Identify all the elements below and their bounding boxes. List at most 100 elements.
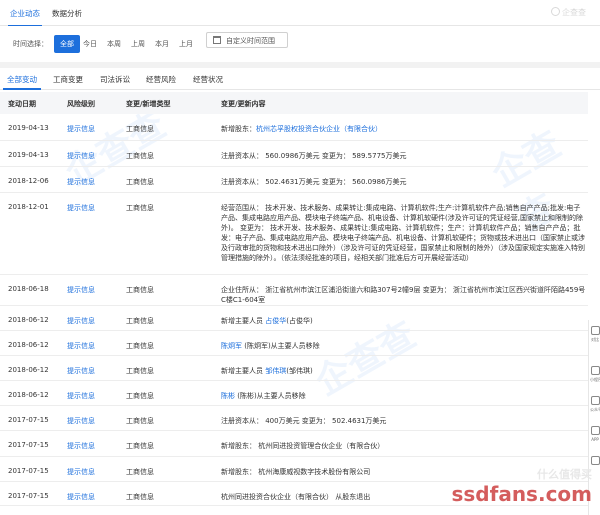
- header-date: 变动日期: [8, 100, 36, 108]
- time-option-last-week[interactable]: 上周: [131, 39, 145, 49]
- wechat-icon: [590, 396, 600, 405]
- header-type: 变更/新增类型: [126, 100, 171, 108]
- table-body: 2019-04-13 提示信息 工商信息 新增股东：杭州芯孚股权投资合伙企业（有限合伙…: [0, 114, 588, 515]
- subtab-all-changes[interactable]: 全部变动: [3, 74, 41, 90]
- tab-data-analysis[interactable]: 数据分析: [52, 8, 82, 19]
- calendar-icon: [213, 36, 221, 44]
- row-risk-level[interactable]: 提示信息: [67, 492, 95, 502]
- time-option-this-week[interactable]: 本周: [107, 39, 121, 49]
- time-filter-label: 时间选择：: [13, 40, 48, 48]
- side-app-label: APP: [591, 437, 599, 442]
- row-change-type: 工商信息: [126, 367, 154, 375]
- row-risk-level[interactable]: 提示信息: [67, 316, 95, 326]
- side-wechat-label: 公众号: [590, 407, 600, 412]
- content-text-suffix: (陈炯军)从主要人员移除: [242, 342, 320, 350]
- table-row: 2017-04-12提示信息工商信息杭州前奇科技有限公司 从股东退出: [0, 506, 588, 515]
- content-text: 新增主要人员: [221, 317, 266, 325]
- content-text: 注册资本从： 560.0986万美元 变更为： 589.5775万美元: [221, 152, 407, 160]
- row-change-type: 工商信息: [126, 125, 154, 133]
- subtab-operational-status[interactable]: 经营状况: [193, 74, 223, 85]
- content-text: 经营范围从： 技术开发、技术服务、成果转让:集成电路、计算机软件;生产:计算机软…: [221, 204, 585, 262]
- message-icon: [590, 456, 600, 465]
- row-date: 2017-07-15: [8, 441, 49, 449]
- tab-company-news[interactable]: 企业动态: [8, 8, 42, 27]
- table-row: 2018-12-06 提示信息 工商信息 注册资本从： 502.4631万美元 变更为…: [0, 167, 588, 193]
- table-header: 变动日期 风险级别 变更/新增类型 变更/更新内容: [0, 92, 588, 114]
- top-bar: 企业动态 数据分析 企查查: [0, 0, 600, 27]
- content-link[interactable]: 占俊华: [265, 317, 286, 325]
- row-risk-level[interactable]: 提示信息: [67, 151, 95, 161]
- time-option-last-month[interactable]: 上月: [179, 39, 193, 49]
- row-risk-level[interactable]: 提示信息: [67, 441, 95, 451]
- row-risk-level[interactable]: 提示信息: [67, 177, 95, 187]
- table-row: 2019-04-13 提示信息 工商信息 新增股东：杭州芯孚股权投资合伙企业（有限合伙…: [0, 114, 588, 141]
- content-text: 杭州同进投资合伙企业（有限合伙） 从股东退出: [221, 493, 371, 501]
- row-date: 2019-04-13: [8, 124, 49, 132]
- subtab-judicial[interactable]: 司法诉讼: [100, 74, 130, 85]
- subtab-operational-risk[interactable]: 经营风险: [146, 74, 176, 85]
- row-change-content: 新增主要人员 邹伟琪(邹伟琪): [221, 366, 587, 376]
- row-risk-level[interactable]: 提示信息: [67, 416, 95, 426]
- changes-table: 变动日期 风险级别 变更/新增类型 变更/更新内容 2019-04-13 提示信息…: [0, 92, 588, 515]
- row-date: 2019-04-13: [8, 151, 49, 159]
- side-app-button[interactable]: APP: [590, 426, 600, 456]
- side-compare-label: 对比: [591, 337, 599, 342]
- time-option-this-month[interactable]: 本月: [155, 39, 169, 49]
- row-date: 2017-07-15: [8, 416, 49, 424]
- row-change-content: 新增股东：杭州芯孚股权投资合伙企业（有限合伙）: [221, 124, 587, 134]
- row-risk-level[interactable]: 提示信息: [67, 391, 95, 401]
- content-text: 新增股东： 杭州海康威视数字技术股份有限公司: [221, 468, 371, 476]
- content-text: 新增主要人员: [221, 367, 266, 375]
- side-compare-button[interactable]: 对比: [590, 326, 600, 356]
- content-text: 企业住所从： 浙江省杭州市滨江区浦沿街道六和路307号2幢9层 变更为： 浙江省…: [221, 286, 586, 304]
- row-risk-level[interactable]: 提示信息: [67, 124, 95, 134]
- row-risk-level[interactable]: 提示信息: [67, 203, 95, 213]
- row-date: 2018-06-12: [8, 316, 49, 324]
- subtab-business-changes[interactable]: 工商变更: [53, 74, 83, 85]
- row-change-type: 工商信息: [126, 286, 154, 294]
- custom-range-button[interactable]: 自定义时间范围: [206, 32, 288, 48]
- row-risk-level[interactable]: 提示信息: [67, 467, 95, 477]
- content-text: 新增股东：: [221, 125, 256, 133]
- row-date: 2017-07-15: [8, 492, 49, 500]
- content-link[interactable]: 邹伟琪: [265, 367, 286, 375]
- table-row: 2018-12-01 提示信息 工商信息 经营范围从： 技术开发、技术服务、成果转让:…: [0, 193, 588, 275]
- time-option-all[interactable]: 全部: [54, 35, 80, 53]
- row-change-type: 工商信息: [126, 493, 154, 501]
- corner-logo-en: ssdfans.com: [451, 482, 593, 506]
- side-miniapp-label: 小程序: [590, 377, 600, 382]
- row-date: 2018-06-12: [8, 341, 49, 349]
- table-row: 2018-06-12 提示信息 工商信息 新增主要人员 占俊华(占俊华): [0, 306, 588, 331]
- content-link[interactable]: 杭州芯孚股权投资合伙企业（有限合伙）: [256, 125, 382, 133]
- row-change-content: 经营范围从： 技术开发、技术服务、成果转让:集成电路、计算机软件;生产:计算机软…: [221, 203, 587, 263]
- row-change-type: 工商信息: [126, 152, 154, 160]
- table-row: 2018-06-12 提示信息 工商信息 陈炯军 (陈炯军)从主要人员移除: [0, 331, 588, 356]
- row-risk-level[interactable]: 提示信息: [67, 366, 95, 376]
- content-text: 注册资本从： 400万美元 变更为： 502.4631万美元: [221, 417, 387, 425]
- table-row: 2018-06-12 提示信息 工商信息 新增主要人员 邹伟琪(邹伟琪): [0, 356, 588, 381]
- side-miniapp-button[interactable]: 小程序: [590, 366, 600, 396]
- brand-logo: 企查查: [551, 7, 586, 18]
- corner-watermark-logo: 什么值得买 ssdfans.com: [452, 466, 593, 506]
- header-content: 变更/更新内容: [221, 100, 266, 108]
- table-row: 2017-07-15 提示信息 工商信息 新增股东： 杭州同进投资管理合伙企业（有限合…: [0, 431, 588, 457]
- time-option-today[interactable]: 今日: [83, 39, 97, 49]
- row-date: 2018-06-12: [8, 391, 49, 399]
- side-wechat-button[interactable]: 公众号: [590, 396, 600, 426]
- sub-tabs: 全部变动 工商变更 司法诉讼 经营风险 经营状况: [0, 68, 600, 90]
- row-change-content: 新增股东： 杭州同进投资管理合伙企业（有限合伙）: [221, 441, 587, 451]
- row-change-content: 企业住所从： 浙江省杭州市滨江区浦沿街道六和路307号2幢9层 变更为： 浙江省…: [221, 285, 587, 305]
- row-risk-level[interactable]: 提示信息: [67, 341, 95, 351]
- row-date: 2018-06-18: [8, 285, 49, 293]
- row-change-content: 注册资本从： 560.0986万美元 变更为： 589.5775万美元: [221, 151, 587, 161]
- row-risk-level[interactable]: 提示信息: [67, 285, 95, 295]
- table-row: 2019-04-13 提示信息 工商信息 注册资本从： 560.0986万美元 变更为…: [0, 141, 588, 167]
- miniapp-icon: [590, 366, 600, 375]
- content-link[interactable]: 陈彬: [221, 392, 235, 400]
- content-link[interactable]: 陈炯军: [221, 342, 242, 350]
- table-row: 2017-07-15 提示信息 工商信息 注册资本从： 400万美元 变更为： 502…: [0, 406, 588, 431]
- content-text-suffix: (占俊华): [286, 317, 313, 325]
- time-filter: 时间选择： 全部 今日 本周 上周 本月 上月 自定义时间范围: [0, 26, 600, 62]
- brand-text: 企查查: [562, 8, 586, 17]
- phone-icon: [590, 426, 600, 435]
